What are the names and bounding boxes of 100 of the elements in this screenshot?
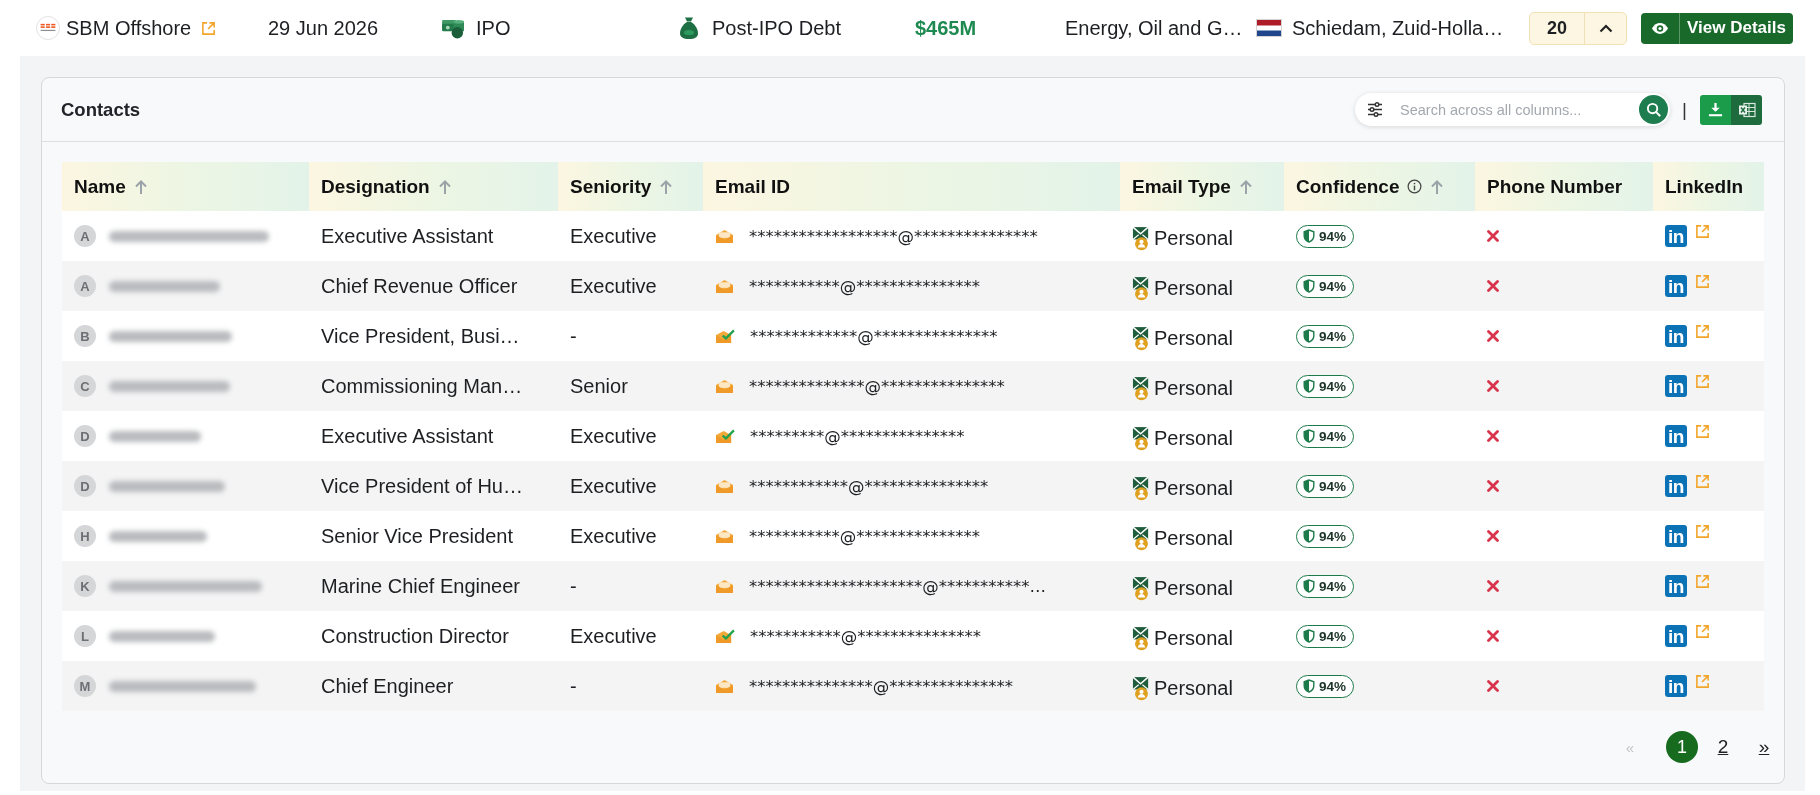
linkedin-link[interactable]: in <box>1665 675 1687 697</box>
money-icon <box>441 17 466 39</box>
linkedin-link[interactable]: in <box>1665 475 1687 497</box>
linkedin-link[interactable]: in <box>1665 425 1687 447</box>
masked-email: **************@*************** <box>749 376 1005 396</box>
email-type-label: Personal <box>1154 227 1233 250</box>
envelope-person-icon <box>1132 526 1151 551</box>
page-button[interactable]: 2 <box>1713 736 1733 758</box>
table-cell-text: Executive Assistant <box>320 223 495 249</box>
view-details-button[interactable]: View Details <box>1641 12 1793 44</box>
pagination-link[interactable]: » <box>1754 736 1774 758</box>
linkedin-link[interactable]: in <box>1665 325 1687 347</box>
confidence-value: 94% <box>1319 628 1347 644</box>
linkedin-link[interactable]: in <box>1665 625 1687 647</box>
email-type-label: Personal <box>1154 527 1233 550</box>
eye-icon <box>1651 21 1669 35</box>
page-button[interactable]: 1 <box>1666 731 1698 763</box>
table-cell-text: Executive <box>569 223 658 249</box>
external-link-icon[interactable] <box>1695 374 1710 389</box>
shield-icon <box>1303 579 1315 593</box>
email-type-label: Personal <box>1154 377 1233 400</box>
masked-email: ******************@*************** <box>749 226 1038 246</box>
shield-icon <box>1303 229 1315 243</box>
location-text: Schiedam, Zuid-Holla… <box>1292 16 1504 40</box>
column-header[interactable]: Email Type <box>1120 162 1284 211</box>
avatar: D <box>74 425 96 447</box>
sort-arrow-icon[interactable] <box>1238 178 1253 195</box>
confidence-value: 94% <box>1319 478 1347 494</box>
company-name: SBM Offshore <box>66 16 192 40</box>
confidence-value: 94% <box>1319 228 1347 244</box>
linkedin-link[interactable]: in <box>1665 375 1687 397</box>
table-cell-text: Chief Engineer <box>320 673 455 699</box>
shield-icon <box>1303 279 1315 293</box>
linkedin-link[interactable]: in <box>1665 525 1687 547</box>
confidence-value: 94% <box>1319 678 1347 694</box>
avatar: A <box>74 275 96 297</box>
column-header[interactable]: Designation <box>309 162 558 211</box>
external-link-icon[interactable] <box>1695 624 1710 639</box>
column-header[interactable]: Confidence <box>1284 162 1475 211</box>
confidence-value: 94% <box>1319 328 1347 344</box>
masked-email: *********************@***********… <box>749 576 1046 596</box>
sort-arrow-icon[interactable] <box>437 178 452 195</box>
money-bag-icon <box>679 16 699 40</box>
linkedin-link[interactable]: in <box>1665 225 1687 247</box>
external-link-icon[interactable] <box>1695 574 1710 589</box>
search-field[interactable]: Search across all columns... <box>1355 93 1671 126</box>
avatar: H <box>74 525 96 547</box>
download-button[interactable] <box>1700 94 1731 125</box>
envelope-person-icon <box>1132 626 1151 651</box>
column-header: Phone Number <box>1475 162 1653 211</box>
envelope-person-icon <box>1132 276 1151 301</box>
shield-icon <box>1303 379 1315 393</box>
excel-export-button[interactable] <box>1731 94 1762 125</box>
masked-email: ************@*************** <box>749 476 989 496</box>
external-link-icon[interactable] <box>1695 674 1710 689</box>
table-cell-text: Senior Vice President <box>320 523 514 549</box>
table-cell-text: Executive <box>569 523 658 549</box>
masked-email: *********@*************** <box>750 426 965 446</box>
avatar: K <box>74 575 96 597</box>
email-type-label: Personal <box>1154 577 1233 600</box>
column-header[interactable]: Seniority <box>558 162 703 211</box>
filter-icon[interactable] <box>1367 102 1384 117</box>
separator-text: | <box>1682 98 1687 121</box>
confidence-value: 94% <box>1319 278 1347 294</box>
funding-round: IPO <box>476 16 511 40</box>
shield-icon <box>1303 429 1315 443</box>
external-link-icon[interactable] <box>1695 224 1710 239</box>
envelope-person-icon <box>1132 226 1151 251</box>
flag-icon <box>1256 19 1282 37</box>
spreadsheet-icon <box>1737 101 1756 118</box>
confidence-value: 94% <box>1319 578 1347 594</box>
table-cell-text: Executive <box>569 473 658 499</box>
column-header[interactable]: Name <box>62 162 309 211</box>
confidence-value: 94% <box>1319 528 1347 544</box>
sort-arrow-icon[interactable] <box>659 178 674 195</box>
envelope-person-icon <box>1132 326 1151 351</box>
sort-arrow-icon[interactable] <box>133 178 148 195</box>
external-link-icon[interactable] <box>1695 274 1710 289</box>
shield-icon <box>1303 629 1315 643</box>
external-link-icon[interactable] <box>1695 474 1710 489</box>
email-type-label: Personal <box>1154 627 1233 650</box>
shield-icon <box>1303 329 1315 343</box>
card-title: Contacts <box>61 98 141 121</box>
date-text: 29 Jun 2026 <box>268 16 379 40</box>
sort-arrow-icon[interactable] <box>1430 178 1445 195</box>
funding-type: Post-IPO Debt <box>712 16 841 40</box>
email-type-label: Personal <box>1154 427 1233 450</box>
external-link-icon[interactable] <box>1695 524 1710 539</box>
table-cell-text: - <box>569 323 578 349</box>
external-link-icon[interactable] <box>1695 324 1710 339</box>
table-cell-text: Chief Revenue Officer <box>320 273 519 299</box>
masked-email: ***************@*************** <box>749 676 1013 696</box>
external-link-icon[interactable] <box>201 20 217 36</box>
company-logo <box>36 16 60 40</box>
linkedin-link[interactable]: in <box>1665 575 1687 597</box>
info-icon[interactable] <box>1407 179 1423 194</box>
count-value: 20 <box>1546 17 1568 39</box>
linkedin-link[interactable]: in <box>1665 275 1687 297</box>
external-link-icon[interactable] <box>1695 424 1710 439</box>
column-header: LinkedIn <box>1653 162 1764 211</box>
